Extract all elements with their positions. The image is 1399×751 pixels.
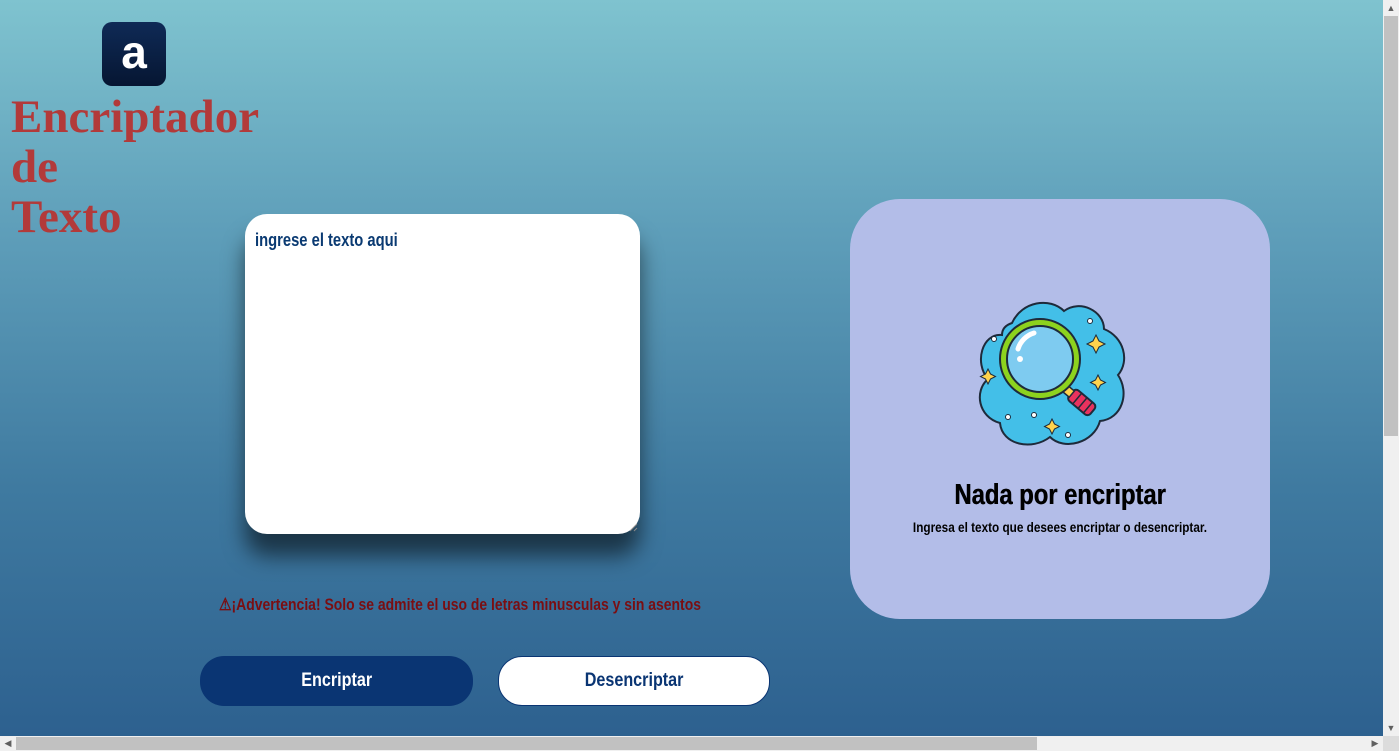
output-panel: Nada por encriptar Ingresa el texto que … [850,199,1270,619]
horizontal-scroll-thumb[interactable] [16,737,1037,750]
encrypt-button-label: Encriptar [301,670,372,691]
scrollbar-corner [1383,736,1399,751]
scroll-up-icon[interactable]: ▲ [1383,0,1399,16]
scroll-down-icon[interactable]: ▼ [1383,720,1399,736]
resize-grip-icon[interactable] [628,522,638,532]
vertical-scroll-thumb[interactable] [1384,16,1398,436]
text-input-area[interactable]: ingrese el texto aqui [245,214,640,534]
warning-message: ⚠¡Advertencia! Solo se admite el uso de … [219,595,701,614]
encrypt-button[interactable]: Encriptar [200,656,473,706]
magnifying-glass-illustration [979,302,1126,446]
title-line-2: de [11,141,58,193]
app-logo: a [102,22,166,86]
scroll-right-icon[interactable]: ▶ [1367,736,1383,751]
text-input-placeholder[interactable]: ingrese el texto aqui [255,230,398,251]
vertical-scrollbar[interactable]: ▲ ▼ [1383,0,1399,736]
logo-a-glyph: a [121,32,147,76]
scroll-left-icon[interactable]: ◀ [0,736,16,751]
page-title: Encriptador de Texto [11,92,291,242]
decrypt-button-label: Desencriptar [584,670,684,691]
title-line-1: Encriptador [11,91,260,143]
empty-state-subtitle: Ingresa el texto que desees encriptar o … [912,519,1208,535]
empty-state-title: Nada por encriptar [954,479,1166,511]
horizontal-scrollbar[interactable]: ◀ ▶ [0,736,1383,751]
decrypt-button[interactable]: Desencriptar [498,656,770,706]
logo-letter: a [121,32,147,76]
